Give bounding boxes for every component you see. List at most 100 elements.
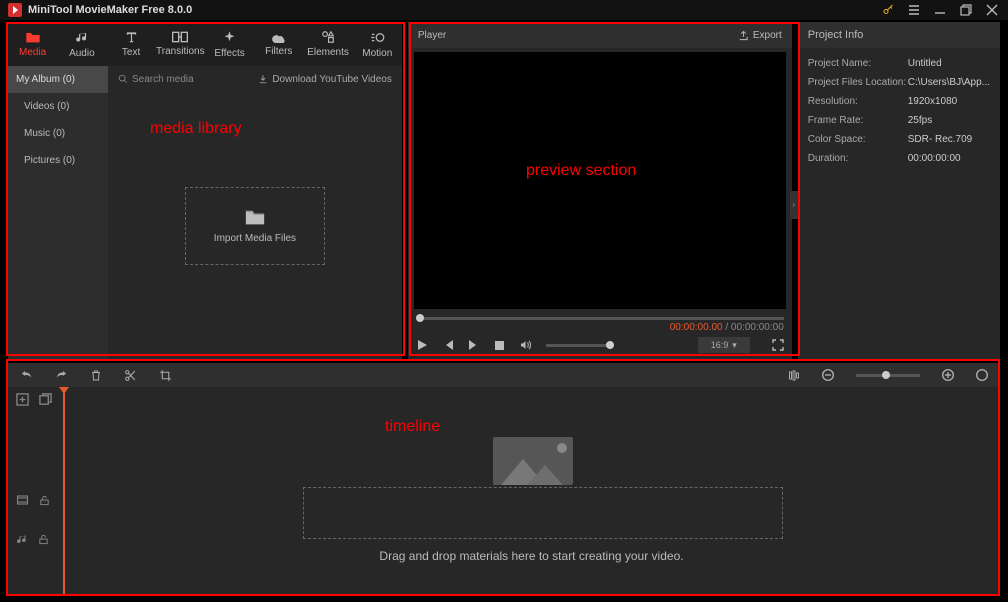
video-track-icon [16,494,29,507]
placeholder-thumbnail-icon [493,437,573,485]
info-value: 1920x1080 [908,96,958,107]
album-sidebar: My Album (0)Videos (0)Music (0)Pictures … [8,66,108,359]
minimize-icon[interactable] [934,4,946,16]
undo-button[interactable] [20,369,33,381]
aspect-label: 16:9 [711,340,729,350]
crop-button[interactable] [159,369,172,382]
project-info-panel: › Project Info Project Name:UntitledProj… [798,22,1000,359]
album-item[interactable]: My Album (0) [8,66,108,93]
delete-button[interactable] [90,369,102,382]
play-button[interactable] [416,339,428,351]
tab-label: Motion [362,48,392,59]
redo-button[interactable] [55,369,68,381]
folder-icon [25,30,41,44]
tab-label: Filters [265,46,292,57]
chevron-down-icon: ▾ [732,340,737,351]
download-label: Download YouTube Videos [272,74,392,85]
timeline-dropzone[interactable] [303,487,783,539]
album-item[interactable]: Music (0) [8,120,108,147]
info-key: Project Files Location: [808,77,908,88]
media-tab-transitions[interactable]: Transitions [156,22,205,66]
player-title: Player [418,30,446,41]
lock-audio-button[interactable] [38,533,49,546]
info-value: C:\Users\BJ\App... [908,77,990,88]
search-placeholder: Search media [132,74,194,85]
info-row: Duration:00:00:00:00 [808,153,990,164]
tab-label: Media [19,47,46,58]
search-input[interactable]: Search media [118,74,194,85]
info-row: Color Space:SDR- Rec.709 [808,134,990,145]
info-value: SDR- Rec.709 [908,134,972,145]
fullscreen-button[interactable] [772,339,784,351]
zoom-in-button[interactable] [942,369,954,381]
aspect-ratio-select[interactable]: 16:9 ▾ [698,337,750,353]
timeline-panel: Drag and drop materials here to start cr… [8,363,1000,594]
zoom-slider[interactable] [856,374,920,377]
media-tab-filters[interactable]: Filters [254,22,303,66]
info-row: Project Name:Untitled [808,58,990,69]
prev-frame-button[interactable] [442,339,454,351]
element-icon [321,30,335,44]
text-icon [124,30,139,44]
license-key-icon[interactable] [882,4,894,16]
seek-slider[interactable] [416,317,784,320]
app-title: MiniTool MovieMaker Free 8.0.0 [28,4,192,16]
import-label: Import Media Files [214,233,296,244]
tab-label: Text [122,47,140,58]
split-button[interactable] [124,369,137,382]
close-icon[interactable] [986,4,998,16]
timeline-settings-icon[interactable] [788,369,800,382]
album-item[interactable]: Videos (0) [8,93,108,120]
timeline-canvas[interactable]: Drag and drop materials here to start cr… [63,387,1000,594]
media-tab-motion[interactable]: Motion [353,22,402,66]
stop-button[interactable] [494,340,505,351]
import-media-button[interactable]: Import Media Files [185,187,325,265]
info-key: Frame Rate: [808,115,908,126]
zoom-out-button[interactable] [822,369,834,381]
info-value: Untitled [908,58,942,69]
info-key: Duration: [808,153,908,164]
fit-timeline-button[interactable] [976,369,988,381]
tab-label: Audio [69,48,95,59]
media-tab-media[interactable]: Media [8,22,57,66]
app-logo-icon [8,3,22,17]
music-note-icon [75,30,89,45]
info-key: Resolution: [808,96,908,107]
volume-icon[interactable] [519,339,532,351]
info-row: Project Files Location:C:\Users\BJ\App..… [808,77,990,88]
total-timecode: / 00:00:00:00 [725,322,783,333]
media-tabs: Media Audio Text TransitionsEffects Filters E… [8,22,402,66]
media-tab-effects[interactable]: Effects [205,22,254,66]
lock-track-button[interactable] [39,494,50,507]
current-timecode: 00:00:00.00 [670,322,723,333]
media-tab-audio[interactable]: Audio [57,22,106,66]
info-row: Resolution:1920x1080 [808,96,990,107]
next-frame-button[interactable] [468,339,480,351]
hamburger-menu-icon[interactable] [908,4,920,16]
duplicate-track-button[interactable] [39,393,52,406]
timeline-drop-text: Drag and drop materials here to start cr… [63,549,1000,563]
motion-icon [370,30,385,45]
media-tab-text[interactable]: Text [106,22,155,66]
project-info-title: Project Info [798,22,1000,48]
audio-track-icon [16,533,28,546]
info-value: 00:00:00:00 [908,153,961,164]
player-panel: Player Export 00:00:00.00 / 00:00:00:00 [408,22,792,359]
download-youtube-link[interactable]: Download YouTube Videos [258,74,392,85]
folder-icon [244,207,266,227]
sparkle-icon [222,30,237,45]
album-item[interactable]: Pictures (0) [8,147,108,174]
add-track-button[interactable] [16,393,29,406]
export-label: Export [753,30,782,41]
transition-icon [172,31,188,43]
export-button[interactable]: Export [738,30,782,41]
tab-label: Elements [307,47,349,58]
collapse-info-icon[interactable]: › [790,191,798,219]
media-library-panel: Media Audio Text TransitionsEffects Filters E… [8,22,402,359]
volume-slider[interactable] [546,344,614,347]
media-tab-elements[interactable]: Elements [303,22,352,66]
maximize-icon[interactable] [960,4,972,16]
player-viewport [414,52,786,309]
title-bar: MiniTool MovieMaker Free 8.0.0 [0,0,1008,20]
info-value: 25fps [908,115,932,126]
